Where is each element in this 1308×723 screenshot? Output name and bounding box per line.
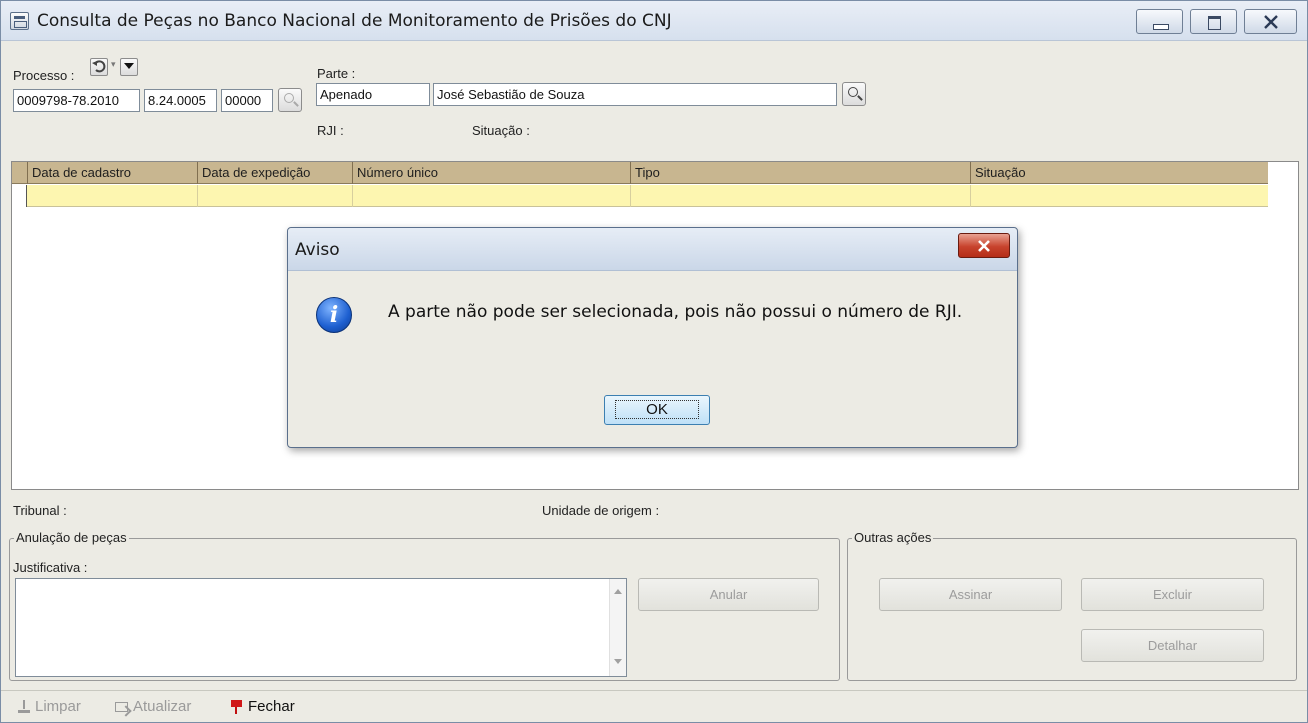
ok-label: OK bbox=[615, 400, 699, 419]
tribunal-label: Tribunal : bbox=[13, 503, 67, 518]
bottom-toolbar: Limpar Atualizar Fechar bbox=[1, 690, 1307, 723]
textarea-scrollbar[interactable] bbox=[609, 579, 626, 676]
search-icon bbox=[284, 93, 294, 103]
atualizar-label: Atualizar bbox=[133, 698, 192, 715]
main-window: Consulta de Peças no Banco Nacional de M… bbox=[0, 0, 1308, 723]
limpar-label: Limpar bbox=[35, 698, 81, 715]
close-icon bbox=[1263, 15, 1278, 29]
column-header-situacao[interactable]: Situação bbox=[970, 162, 1268, 184]
dialog-title: Aviso bbox=[295, 240, 340, 260]
scroll-up-icon[interactable] bbox=[614, 589, 622, 594]
fechar-button[interactable]: Fechar bbox=[230, 698, 295, 715]
processo-label: Processo : bbox=[13, 68, 75, 83]
parte-tipo-input[interactable]: Apenado bbox=[316, 83, 430, 106]
dialog-title-bar[interactable]: Aviso bbox=[288, 228, 1017, 271]
assinar-button[interactable]: Assinar bbox=[879, 578, 1062, 611]
refresh-icon bbox=[115, 699, 129, 715]
scroll-down-icon[interactable] bbox=[614, 659, 622, 664]
table-row[interactable] bbox=[12, 185, 1268, 207]
situacao-label: Situação : bbox=[472, 123, 530, 138]
unidade-origem-label: Unidade de origem : bbox=[542, 503, 660, 518]
row-selector[interactable] bbox=[12, 185, 27, 207]
processo-numero-input[interactable]: 0009798-78.2010 bbox=[13, 89, 140, 112]
flag-close-icon bbox=[230, 699, 244, 715]
close-window-button[interactable] bbox=[1244, 9, 1297, 34]
parte-nome-input[interactable]: José Sebastião de Souza bbox=[433, 83, 837, 106]
processo-search-button[interactable] bbox=[278, 88, 302, 112]
parte-label: Parte : bbox=[317, 66, 356, 81]
aviso-dialog: Aviso i A parte não pode ser selecionada… bbox=[287, 227, 1018, 448]
column-header-data-expedicao[interactable]: Data de expedição bbox=[197, 162, 352, 184]
table-cell-divider bbox=[197, 185, 198, 207]
rji-label: RJI : bbox=[317, 123, 344, 138]
column-header-data-cadastro[interactable]: Data de cadastro bbox=[27, 162, 197, 184]
dialog-message: A parte não pode ser selecionada, pois n… bbox=[388, 302, 963, 322]
maximize-button[interactable] bbox=[1190, 9, 1237, 34]
excluir-button[interactable]: Excluir bbox=[1081, 578, 1264, 611]
limpar-button[interactable]: Limpar bbox=[17, 698, 81, 715]
anular-button[interactable]: Anular bbox=[638, 578, 819, 611]
broom-icon bbox=[17, 699, 31, 715]
dialog-close-button[interactable] bbox=[958, 233, 1010, 258]
processo-sufixo-input[interactable]: 00000 bbox=[221, 89, 273, 112]
detalhar-button[interactable]: Detalhar bbox=[1081, 629, 1264, 662]
undo-icon bbox=[92, 60, 106, 73]
column-header-numero-unico[interactable]: Número único bbox=[352, 162, 630, 184]
column-header-tipo[interactable]: Tipo bbox=[630, 162, 970, 184]
table-cell-divider bbox=[352, 185, 353, 207]
atualizar-button[interactable]: Atualizar bbox=[115, 698, 191, 715]
history-dropdown-icon[interactable]: ▾ bbox=[111, 59, 116, 70]
app-icon bbox=[10, 12, 29, 30]
search-icon bbox=[848, 87, 858, 97]
minimize-button[interactable] bbox=[1136, 9, 1183, 34]
table-header: Data de cadastro Data de expedição Númer… bbox=[12, 162, 1268, 184]
anulacao-group-title: Anulação de peças bbox=[14, 530, 129, 545]
window-title: Consulta de Peças no Banco Nacional de M… bbox=[37, 11, 672, 31]
history-button[interactable] bbox=[90, 58, 108, 76]
fechar-label: Fechar bbox=[248, 698, 295, 715]
processo-orgao-input[interactable]: 8.24.0005 bbox=[144, 89, 217, 112]
options-dropdown-button[interactable] bbox=[120, 58, 138, 76]
title-bar[interactable]: Consulta de Peças no Banco Nacional de M… bbox=[1, 1, 1307, 41]
justificativa-label: Justificativa : bbox=[13, 560, 88, 575]
ok-button[interactable]: OK bbox=[604, 395, 710, 425]
parte-search-button[interactable] bbox=[842, 82, 866, 106]
outras-acoes-group-title: Outras ações bbox=[852, 530, 934, 545]
table-cell-divider bbox=[970, 185, 971, 207]
table-cell-divider bbox=[630, 185, 631, 207]
justificativa-textarea[interactable] bbox=[15, 578, 627, 677]
chevron-down-icon bbox=[124, 63, 134, 69]
close-icon bbox=[978, 240, 990, 252]
info-icon: i bbox=[316, 297, 352, 333]
